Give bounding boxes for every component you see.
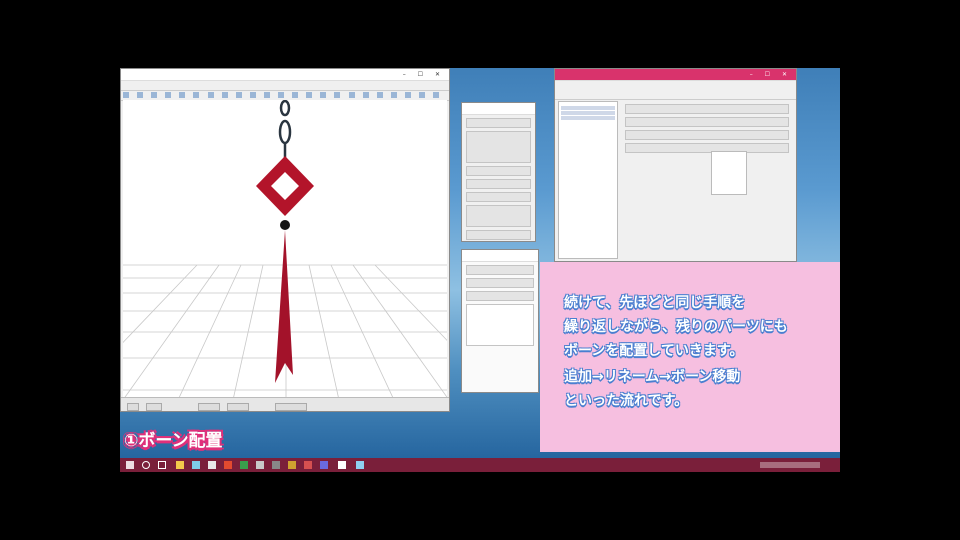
tool-button[interactable] [207,92,214,98]
list-item[interactable] [561,111,615,115]
editor-menubar [555,81,796,90]
status-control[interactable] [146,403,163,411]
model-preview [123,100,447,397]
caption-line-3: ボーンを配置していきます。 [564,343,744,359]
panel-row[interactable] [466,304,534,346]
panel-row[interactable] [466,230,531,240]
tool-button[interactable] [404,92,411,98]
editor-titlebar: – ☐ ✕ [555,69,796,81]
list-item[interactable] [561,116,615,120]
taskbar [120,458,840,472]
tool-button[interactable] [249,92,256,98]
tassel [275,230,293,383]
app-icon[interactable] [272,461,280,469]
tool-button[interactable] [433,92,440,98]
panel-row[interactable] [466,192,531,202]
property-row[interactable] [625,104,789,114]
status-control[interactable] [127,403,139,411]
windows-icon[interactable] [126,461,134,469]
bone-properties [621,101,793,257]
tool-button[interactable] [235,92,242,98]
preview-box [711,151,747,195]
display-panel [461,249,539,393]
chain [278,100,292,160]
app-icon[interactable] [224,461,232,469]
diamond-ornament [256,156,314,216]
app-icon[interactable] [192,461,200,469]
list-item[interactable] [561,106,615,110]
editor-tabs [555,90,796,100]
app-icon[interactable] [356,461,364,469]
app-icon[interactable] [208,461,216,469]
tool-button[interactable] [418,92,425,98]
app-icon[interactable] [304,461,312,469]
caption-line-2: 繰り返しながら、残りのパーツにも [564,319,788,335]
panel-row[interactable] [466,166,531,176]
tool-button[interactable] [263,92,270,98]
3d-viewport[interactable] [123,100,447,397]
status-control[interactable] [227,403,250,411]
panel-row[interactable] [466,118,531,128]
tool-button[interactable] [334,92,341,98]
desktop: – ☐ ✕ – ☐ ✕ 続けて、先ほどと同じ手順を 繰り返しながら、残りのパーツ… [120,68,840,472]
system-tray[interactable] [760,462,820,468]
viewer-statusbar [121,397,449,411]
app-icon[interactable] [320,461,328,469]
tool-button[interactable] [221,92,228,98]
tool-button[interactable] [376,92,383,98]
app-icon[interactable] [338,461,346,469]
section-label: ①ボーン配置 [124,431,223,451]
tool-button[interactable] [320,92,327,98]
app-icon[interactable] [288,461,296,469]
panel-row[interactable] [466,265,534,275]
caption-line-4: 追加→リネーム→ボーン移動 [564,369,741,385]
panel-row[interactable] [466,131,531,163]
tool-button[interactable] [348,92,355,98]
app-icon[interactable] [256,461,264,469]
tool-button[interactable] [362,92,369,98]
status-control[interactable] [275,403,308,411]
viewer-titlebar: – ☐ ✕ [121,69,449,81]
tool-panel-titlebar [462,103,535,115]
tool-button[interactable] [306,92,313,98]
caption-box: 続けて、先ほどと同じ手順を 繰り返しながら、残りのパーツにも ボーンを配置してい… [540,262,840,452]
explorer-icon[interactable] [176,461,184,469]
property-row[interactable] [625,117,789,127]
property-row[interactable] [625,130,789,140]
editor-window: – ☐ ✕ [554,68,797,262]
display-panel-titlebar [462,250,538,262]
viewer-toolbar [121,81,449,91]
tool-button[interactable] [137,92,144,98]
panel-row[interactable] [466,291,534,301]
bone-joint [280,220,290,230]
bone-list[interactable] [558,101,618,259]
tool-button[interactable] [179,92,186,98]
tool-button[interactable] [390,92,397,98]
panel-row[interactable] [466,179,531,189]
app-icon[interactable] [240,461,248,469]
property-row[interactable] [625,143,789,153]
tool-button[interactable] [292,92,299,98]
caption-line-5: といった流れです。 [564,393,689,409]
tool-button[interactable] [165,92,172,98]
tool-button[interactable] [151,92,158,98]
panel-row[interactable] [466,278,534,288]
caption-line-1: 続けて、先ほどと同じ手順を [564,295,746,311]
window-controls[interactable]: – ☐ ✕ [750,69,792,80]
tool-button[interactable] [193,92,200,98]
window-controls[interactable]: – ☐ ✕ [403,69,445,80]
status-control[interactable] [198,403,221,411]
tool-button[interactable] [278,92,285,98]
search-icon[interactable] [142,461,150,469]
bone-tool-panel [461,102,536,242]
task-view-icon[interactable] [158,461,166,469]
tool-button[interactable] [123,92,129,98]
panel-row[interactable] [466,205,531,227]
viewer-window: – ☐ ✕ [120,68,450,412]
